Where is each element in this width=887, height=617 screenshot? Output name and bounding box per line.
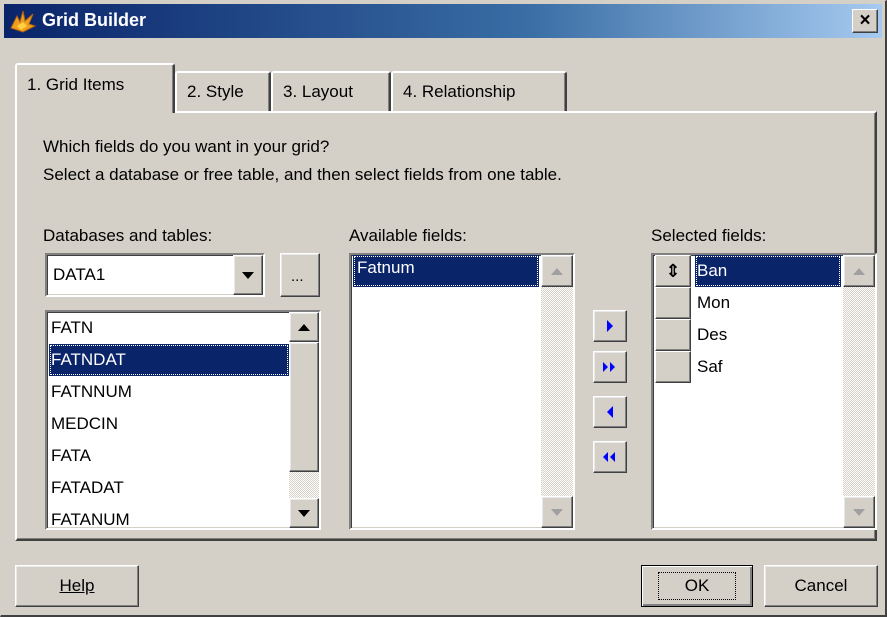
grid-builder-window: Grid Builder × 1. Grid Items 2. Style 3.… [0, 0, 887, 617]
scroll-up-button[interactable] [289, 312, 319, 342]
arrow-right-icon [607, 320, 613, 332]
scroll-down-button[interactable] [289, 498, 319, 528]
available-fields-list[interactable]: Fatnum [349, 253, 575, 530]
double-arrow-left-icon [603, 452, 615, 462]
arrow-up-icon [298, 324, 310, 331]
selected-field-label: Mon [697, 293, 731, 312]
scroll-up-button[interactable] [843, 255, 875, 287]
browse-database-button[interactable]: ... [280, 253, 320, 297]
move-all-right-button[interactable] [593, 351, 627, 383]
selected-fields-list[interactable]: ⇕ Ban Mon Des Saf [651, 253, 877, 530]
table-list-item[interactable]: FATA [49, 440, 289, 472]
scroll-up-button[interactable] [541, 255, 573, 287]
database-combobox-value: DATA1 [53, 265, 106, 284]
arrow-down-icon [853, 509, 865, 516]
available-field-item-selected[interactable]: Fatnum [353, 255, 539, 287]
title-bar[interactable]: Grid Builder × [4, 4, 882, 38]
move-handle[interactable] [655, 351, 691, 383]
tables-scrollbar[interactable] [289, 312, 319, 528]
database-dropdown-button[interactable] [233, 255, 263, 295]
database-combobox[interactable]: DATA1 [45, 253, 265, 297]
arrow-left-icon [607, 406, 613, 418]
tab-layout[interactable]: 3. Layout [271, 71, 391, 111]
scroll-track[interactable] [289, 472, 319, 498]
selected-scrollbar[interactable] [843, 255, 875, 528]
scroll-track[interactable] [541, 287, 573, 496]
cancel-button[interactable]: Cancel [764, 565, 878, 607]
tab-label: 1. Grid Items [27, 75, 125, 94]
move-handle-icon[interactable]: ⇕ [655, 255, 691, 287]
tab-grid-items[interactable]: 1. Grid Items [15, 63, 175, 113]
selected-fields-label: Selected fields: [651, 226, 767, 245]
selected-field-label: Ban [695, 255, 841, 287]
double-arrow-right-icon [603, 362, 615, 372]
table-list-item[interactable]: FATN [49, 312, 289, 344]
selected-field-row[interactable]: Saf [655, 351, 841, 383]
table-list-item-selected[interactable]: FATNDAT [49, 344, 289, 376]
tab-label: 3. Layout [283, 82, 353, 101]
table-list-item[interactable]: FATADAT [49, 472, 289, 504]
scroll-track[interactable] [843, 287, 875, 496]
help-button[interactable]: Help [15, 565, 139, 607]
move-handle[interactable] [655, 319, 691, 351]
scroll-down-button[interactable] [541, 496, 573, 528]
table-list-item[interactable]: FATNNUM [49, 376, 289, 408]
arrow-up-icon [853, 268, 865, 275]
table-list-item[interactable]: MEDCIN [49, 408, 289, 440]
move-all-left-button[interactable] [593, 441, 627, 473]
databases-label: Databases and tables: [43, 226, 213, 245]
tab-style[interactable]: 2. Style [175, 71, 271, 111]
arrow-down-icon [551, 509, 563, 516]
tables-list[interactable]: FATN FATNDAT FATNNUM MEDCIN FATA FATADAT… [45, 310, 321, 530]
browse-button-label: ... [291, 268, 304, 285]
selected-field-row[interactable]: ⇕ Ban [655, 255, 841, 287]
chevron-down-icon [242, 272, 254, 279]
table-list-item[interactable]: FATANUM [49, 504, 289, 528]
move-handle[interactable] [655, 287, 691, 319]
move-one-left-button[interactable] [593, 396, 627, 428]
available-scrollbar[interactable] [541, 255, 573, 528]
foxpro-fox-icon [10, 10, 37, 33]
selected-field-label: Saf [697, 357, 723, 376]
ok-button[interactable]: OK [641, 565, 753, 607]
arrow-up-icon [551, 268, 563, 275]
cancel-button-label: Cancel [794, 576, 848, 595]
available-fields-label: Available fields: [349, 226, 467, 245]
window-title: Grid Builder [42, 10, 147, 30]
scroll-down-button[interactable] [843, 496, 875, 528]
instruction-line-2: Select a database or free table, and the… [43, 165, 562, 184]
instruction-line-1: Which fields do you want in your grid? [43, 137, 330, 156]
scroll-thumb[interactable] [289, 342, 319, 472]
close-button[interactable]: × [852, 9, 878, 33]
tab-relationship[interactable]: 4. Relationship [391, 71, 567, 111]
tab-label: 4. Relationship [403, 82, 516, 101]
selected-field-row[interactable]: Des [655, 319, 841, 351]
arrow-down-icon [298, 510, 310, 517]
help-button-label: Help [59, 576, 95, 595]
selected-field-row[interactable]: Mon [655, 287, 841, 319]
tab-label: 2. Style [187, 82, 244, 101]
selected-field-label: Des [697, 325, 728, 344]
ok-button-label: OK [657, 572, 737, 600]
move-one-right-button[interactable] [593, 310, 627, 342]
